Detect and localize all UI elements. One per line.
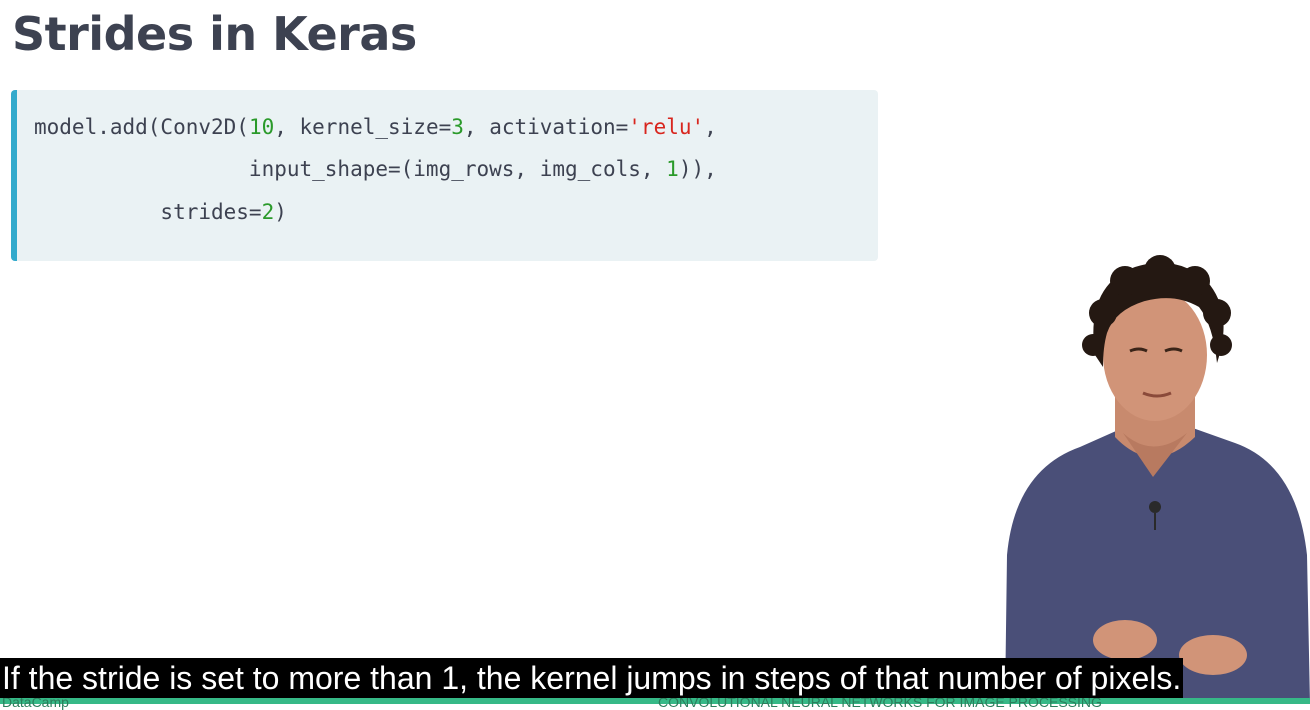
code-string-token: 'relu': [628, 115, 705, 139]
code-token: ,: [704, 115, 717, 139]
code-number-token: 10: [248, 115, 275, 139]
slide-title: Strides in Keras: [12, 7, 417, 61]
code-number-token: 2: [261, 200, 275, 224]
code-token: )),: [678, 157, 717, 181]
footer-bar: [0, 698, 1310, 704]
presenter-illustration: [1005, 255, 1310, 704]
code-token: , kernel_size=: [274, 115, 452, 139]
code-line-1: model.add(Conv2D(10, kernel_size=3, acti…: [34, 113, 717, 141]
code-number-token: 3: [451, 115, 464, 139]
code-line-3: strides=2): [34, 198, 287, 226]
code-token: model.add(Conv2D(: [34, 115, 249, 139]
code-token: input_shape=(img_rows, img_cols,: [34, 157, 667, 181]
presenter-video: [985, 255, 1310, 704]
code-number-token: 1: [666, 157, 679, 181]
code-token: ): [274, 200, 287, 224]
code-token: strides=: [34, 200, 262, 224]
subtitle-caption: If the stride is set to more than 1, the…: [0, 658, 1184, 698]
code-line-2: input_shape=(img_rows, img_cols, 1)),: [34, 155, 717, 183]
code-block: model.add(Conv2D(10, kernel_size=3, acti…: [11, 90, 878, 261]
code-token: , activation=: [463, 115, 629, 139]
